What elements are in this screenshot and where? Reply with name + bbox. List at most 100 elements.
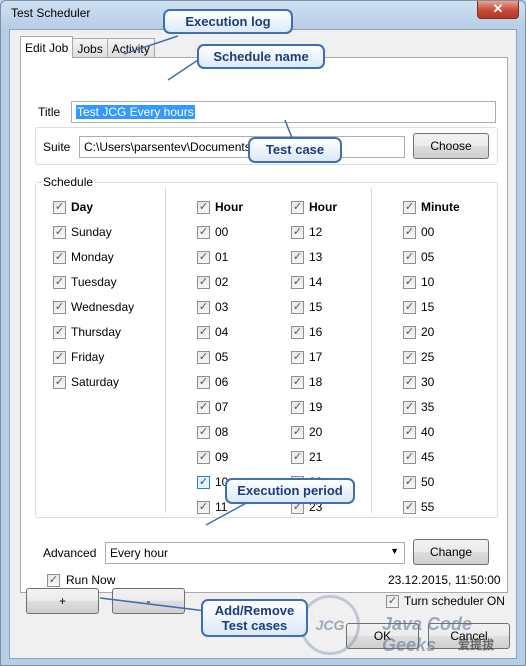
minute-checkbox[interactable]: ✓ (403, 301, 416, 314)
minute-checkbox[interactable]: ✓ (403, 476, 416, 489)
day-checkbox[interactable]: ✓ (53, 351, 66, 364)
hour-checkbox[interactable]: ✓ (197, 301, 210, 314)
hour-label: 01 (215, 250, 229, 264)
tab-edit-job[interactable]: Edit Job (20, 36, 74, 58)
hour-checkbox[interactable]: ✓ (197, 276, 210, 289)
day-checkbox[interactable]: ✓ (53, 226, 66, 239)
hour-label: 04 (215, 325, 229, 339)
hour-checkbox[interactable]: ✓ (291, 301, 304, 314)
hour-checkbox[interactable]: ✓ (291, 426, 304, 439)
callout-execution-period: Execution period (225, 478, 355, 504)
hour-checkbox[interactable]: ✓ (291, 451, 304, 464)
minute-checkbox[interactable]: ✓ (403, 501, 416, 514)
hour-header-checkbox[interactable]: ✓ (291, 201, 304, 214)
hour-checkbox[interactable]: ✓ (197, 476, 210, 489)
minute-checkbox[interactable]: ✓ (403, 401, 416, 414)
hour-header-label: Hour (309, 200, 337, 214)
hour-checkbox[interactable]: ✓ (197, 251, 210, 264)
hour-checkbox[interactable]: ✓ (197, 401, 210, 414)
change-button[interactable]: Change (413, 539, 489, 565)
day-label: Thursday (71, 325, 122, 339)
callout-schedule-name: Schedule name (197, 44, 325, 69)
hour-label: 17 (309, 350, 323, 364)
tab-activity[interactable]: Activity (106, 38, 155, 58)
minute-checkbox[interactable]: ✓ (403, 451, 416, 464)
run-now-checkbox[interactable]: ✓ (47, 574, 60, 587)
hour-checkbox[interactable]: ✓ (291, 251, 304, 264)
hour-checkbox[interactable]: ✓ (291, 326, 304, 339)
minute-label: 45 (421, 450, 435, 464)
scheduler-window: Test Scheduler ✕ Edit Job Jobs Activity … (0, 0, 526, 666)
hour-header-checkbox[interactable]: ✓ (197, 201, 210, 214)
add-test-case-button[interactable]: + (26, 588, 99, 614)
hour-checkbox[interactable]: ✓ (197, 226, 210, 239)
hour-label: 20 (309, 425, 323, 439)
hour-label: 16 (309, 325, 323, 339)
hour-checkbox[interactable]: ✓ (197, 501, 210, 514)
hour-checkbox[interactable]: ✓ (291, 401, 304, 414)
callout-add-remove: Add/Remove Test cases (201, 599, 308, 637)
callout-test-case: Test case (248, 137, 342, 163)
hour-checkbox[interactable]: ✓ (291, 276, 304, 289)
day-label: Saturday (71, 375, 120, 389)
minute-checkbox[interactable]: ✓ (403, 276, 416, 289)
minute-checkbox[interactable]: ✓ (403, 376, 416, 389)
hour-label: 05 (215, 350, 229, 364)
suite-path-input[interactable]: C:\Users\parsentev\Documents\Test JCG.ht… (79, 136, 405, 158)
advanced-select[interactable]: Every hour ▼ (105, 542, 405, 564)
minute-checkbox[interactable]: ✓ (403, 351, 416, 364)
hour-label: 21 (309, 450, 323, 464)
day-header-checkbox[interactable]: ✓ (53, 201, 66, 214)
day-checkbox[interactable]: ✓ (53, 301, 66, 314)
hour-checkbox[interactable]: ✓ (197, 376, 210, 389)
day-checkbox[interactable]: ✓ (53, 276, 66, 289)
minute-label: 50 (421, 475, 435, 489)
hour-label: 09 (215, 450, 229, 464)
hour-label: 00 (215, 225, 229, 239)
day-label: Sunday (71, 225, 112, 239)
minute-label: 10 (421, 275, 435, 289)
choose-button[interactable]: Choose (413, 133, 489, 159)
day-checkbox[interactable]: ✓ (53, 251, 66, 264)
hour-label: 18 (309, 375, 323, 389)
day-label: Friday (71, 350, 105, 364)
close-icon[interactable]: ✕ (477, 1, 519, 19)
minute-label: 05 (421, 250, 435, 264)
minute-checkbox[interactable]: ✓ (403, 326, 416, 339)
hour-checkbox[interactable]: ✓ (197, 426, 210, 439)
turn-scheduler-on-checkbox[interactable]: ✓ (386, 595, 399, 608)
hour-checkbox[interactable]: ✓ (197, 326, 210, 339)
remove-test-case-button[interactable]: - (112, 588, 185, 614)
hour-checkbox[interactable]: ✓ (291, 376, 304, 389)
advanced-select-value: Every hour (110, 546, 169, 560)
day-label: Wednesday (71, 300, 135, 314)
title-label: Title (38, 105, 61, 119)
day-checkbox[interactable]: ✓ (53, 326, 66, 339)
minute-checkbox[interactable]: ✓ (403, 251, 416, 264)
minute-checkbox[interactable]: ✓ (403, 426, 416, 439)
title-input[interactable]: Test JCG Every hours (71, 101, 496, 123)
day-header-label: Day (71, 200, 94, 214)
hour-label: 14 (309, 275, 323, 289)
day-checkbox[interactable]: ✓ (53, 376, 66, 389)
minute-checkbox[interactable]: ✓ (403, 226, 416, 239)
hour-label: 15 (309, 300, 323, 314)
minute-header-checkbox[interactable]: ✓ (403, 201, 416, 214)
minute-label: 55 (421, 500, 435, 514)
callout-add-remove-line1: Add/Remove (214, 603, 295, 618)
jcg-logo-icon: JCG (300, 595, 360, 655)
client-area: Edit Job Jobs Activity Title Test JCG Ev… (9, 29, 517, 659)
callout-execution-log: Execution log (163, 9, 293, 34)
hour-checkbox[interactable]: ✓ (197, 351, 210, 364)
hour-checkbox[interactable]: ✓ (291, 351, 304, 364)
hour-checkbox[interactable]: ✓ (197, 451, 210, 464)
minute-header-label: Minute (421, 200, 460, 214)
hour-label: 08 (215, 425, 229, 439)
wechat-watermark: 爱提拔 (458, 638, 495, 652)
turn-scheduler-on-label: Turn scheduler ON (404, 594, 505, 608)
hour-label: 07 (215, 400, 229, 414)
hour-checkbox[interactable]: ✓ (291, 226, 304, 239)
tab-jobs[interactable]: Jobs (72, 38, 108, 58)
minute-label: 25 (421, 350, 435, 364)
title-input-value: Test JCG Every hours (76, 105, 195, 119)
